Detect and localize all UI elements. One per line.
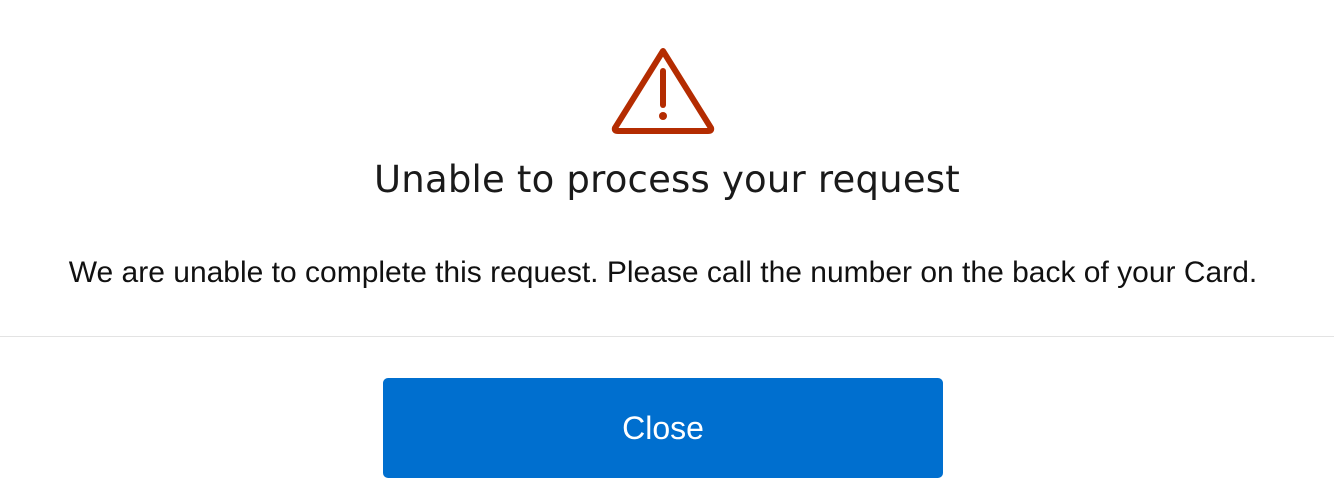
- dialog-message: We are unable to complete this request. …: [68, 256, 1258, 289]
- close-button[interactable]: Close: [383, 378, 943, 478]
- error-dialog: Unable to process your request We are un…: [0, 0, 1334, 482]
- divider: [0, 336, 1334, 337]
- warning-triangle-icon: [608, 45, 718, 135]
- dialog-title: Unable to process your request: [374, 158, 960, 201]
